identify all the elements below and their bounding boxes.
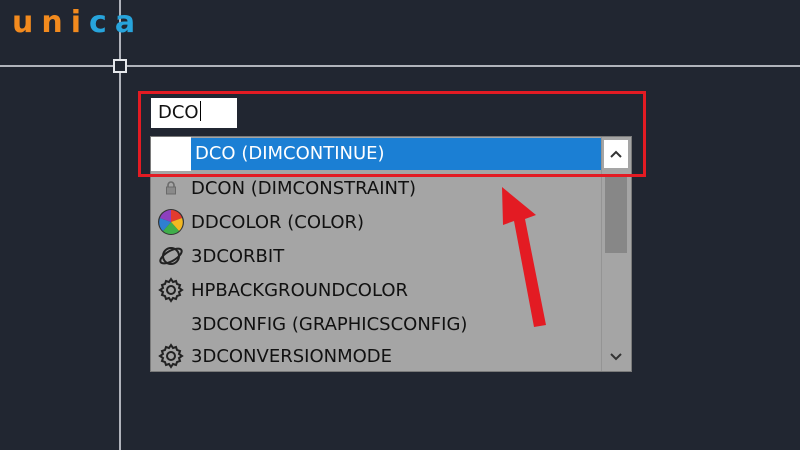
chevron-down-icon[interactable]: [604, 345, 628, 369]
autocomplete-item-label: DDCOLOR (COLOR): [191, 211, 365, 233]
autocomplete-item-label: 3DCONVERSIONMODE: [191, 345, 393, 367]
autocomplete-item[interactable]: 3DCONVERSIONMODE: [151, 339, 603, 373]
unica-logo: unica: [12, 4, 144, 40]
orbit-icon: [151, 239, 191, 273]
autocomplete-item-label: 3DCORBIT: [191, 245, 285, 267]
scrollbar-thumb[interactable]: [605, 175, 627, 253]
gear-icon: [151, 273, 191, 307]
autocomplete-item-label: HPBACKGROUNDCOLOR: [191, 279, 409, 301]
blank-icon: [151, 307, 191, 341]
gear-icon: [151, 339, 191, 373]
autocomplete-item-label: 3DCONFIG (GRAPHICSCONFIG): [191, 313, 468, 335]
pickbox-cursor: [113, 59, 127, 73]
color-wheel-icon: [151, 205, 191, 239]
red-arrow-annotation: [502, 187, 546, 327]
red-highlight-box: [138, 91, 646, 177]
autocomplete-item-label: DCON (DIMCONSTRAINT): [191, 177, 417, 199]
